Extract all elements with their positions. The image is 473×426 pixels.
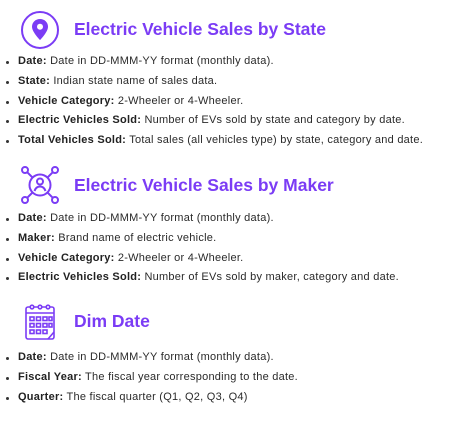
field-label: Total Vehicles Sold: <box>18 134 127 147</box>
list-item: State: Indian state name of sales data. <box>0 72 423 92</box>
list-item: Total Vehicles Sold: Total sales (all ve… <box>0 131 423 151</box>
field-list: Date: Date in DD-MMM-YY format (monthly … <box>0 52 423 151</box>
field-label: Fiscal Year: <box>18 370 82 383</box>
field-list: Date: Date in DD-MMM-YY format (monthly … <box>0 348 298 407</box>
field-label: Maker: <box>18 231 55 244</box>
field-label: Electric Vehicles Sold: <box>18 114 142 127</box>
field-description: Date in DD-MMM-YY format (monthly data). <box>46 212 274 224</box>
list-item: Maker: Brand name of electric vehicle. <box>0 229 399 249</box>
list-item: Electric Vehicles Sold: Number of EVs so… <box>0 111 423 131</box>
field-description: The fiscal quarter (Q1, Q2, Q3, Q4) <box>63 390 248 403</box>
field-label: Electric Vehicles Sold: <box>18 271 142 284</box>
list-item: Date: Date in DD-MMM-YY format (monthly … <box>0 52 423 72</box>
field-description: Date in DD-MMM-YY format (monthly data). <box>46 351 274 363</box>
field-list: Date: Date in DD-MMM-YY format (monthly … <box>0 209 399 288</box>
list-item: Date: Date in DD-MMM-YY format (monthly … <box>0 348 298 368</box>
field-description: Date in DD-MMM-YY format (monthly data). <box>46 55 274 67</box>
calendar-icon <box>20 302 60 342</box>
user-network-icon <box>20 165 60 205</box>
field-description: The fiscal year corresponding to the dat… <box>81 370 298 383</box>
list-item: Fiscal Year: The fiscal year correspondi… <box>0 368 298 388</box>
field-description: 2-Wheeler or 4-Wheeler. <box>114 251 244 264</box>
field-label: Quarter: <box>18 390 64 403</box>
list-item: Date: Date in DD-MMM-YY format (monthly … <box>0 209 399 229</box>
field-label: State: <box>18 74 51 87</box>
field-description: 2-Wheeler or 4-Wheeler. <box>114 94 244 107</box>
field-description: Total sales (all vehicles type) by state… <box>126 134 424 147</box>
list-item: Vehicle Category: 2-Wheeler or 4-Wheeler… <box>0 92 423 112</box>
location-pin-icon <box>20 10 60 50</box>
section-title: Electric Vehicle Sales by State <box>74 19 326 39</box>
field-label: Vehicle Category: <box>18 251 115 264</box>
field-description: Number of EVs sold by maker, category an… <box>141 271 399 284</box>
list-item: Quarter: The fiscal quarter (Q1, Q2, Q3,… <box>0 388 298 408</box>
field-description: Indian state name of sales data. <box>50 74 218 87</box>
field-label: Date: <box>18 351 47 363</box>
field-label: Date: <box>18 212 47 224</box>
list-item: Vehicle Category: 2-Wheeler or 4-Wheeler… <box>0 249 399 269</box>
section-title: Electric Vehicle Sales by Maker <box>74 175 334 195</box>
field-label: Vehicle Category: <box>18 94 115 107</box>
field-description: Brand name of electric vehicle. <box>54 231 217 244</box>
list-item: Electric Vehicles Sold: Number of EVs so… <box>0 268 399 288</box>
field-description: Number of EVs sold by state and category… <box>141 114 405 127</box>
section-title: Dim Date <box>74 311 150 331</box>
field-label: Date: <box>18 55 47 67</box>
